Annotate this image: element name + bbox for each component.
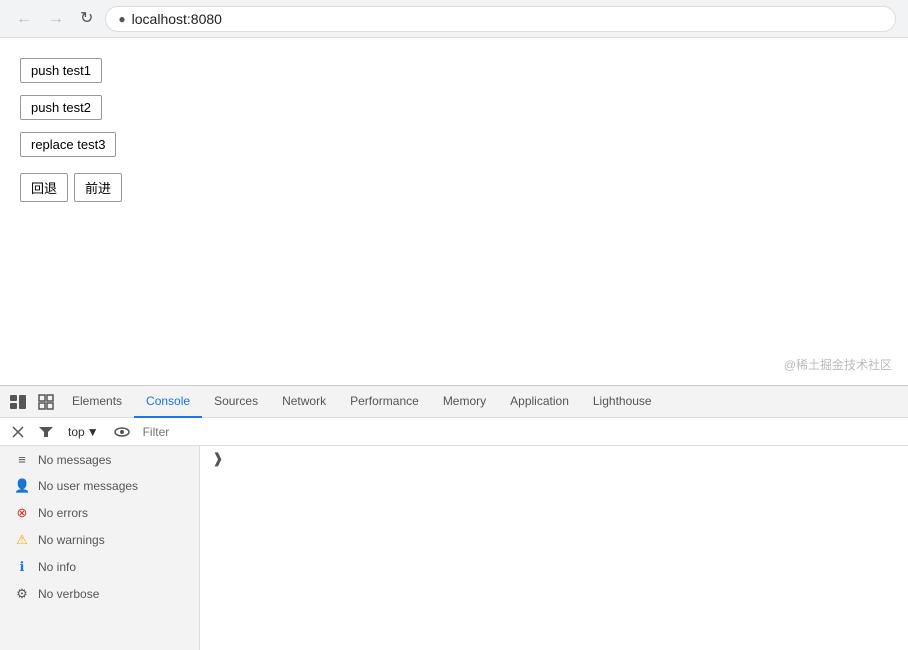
- console-sidebar: ≡ No messages 👤 No user messages ⊗ No errors ⚠…: [0, 446, 200, 650]
- forward-button[interactable]: →: [44, 9, 68, 29]
- reload-button[interactable]: ↻: [76, 9, 97, 29]
- push-test2-button[interactable]: push test2: [20, 95, 102, 120]
- console-sidebar-item-4[interactable]: ℹ No info: [4, 554, 195, 580]
- devtools-tab-sources[interactable]: Sources: [202, 386, 270, 418]
- browser-chrome: ← → ↻ ● localhost:8080: [0, 0, 908, 38]
- devtools-tab-lighthouse[interactable]: Lighthouse: [581, 386, 664, 418]
- back-button[interactable]: ←: [12, 9, 36, 29]
- console-sidebar-label-0: No messages: [38, 453, 111, 467]
- console-sidebar-label-1: No user messages: [38, 479, 138, 493]
- push-test1-btn-wrapper: push test1: [20, 58, 888, 95]
- console-sidebar-icon-1: 👤: [14, 478, 30, 494]
- console-panel-body: ≡ No messages 👤 No user messages ⊗ No errors ⚠…: [0, 446, 908, 650]
- devtools-tab-bar: ElementsConsoleSourcesNetworkPerformance…: [0, 386, 908, 418]
- filter-input[interactable]: [139, 425, 902, 439]
- back-page-button[interactable]: 回退: [20, 173, 68, 202]
- devtools-toggle-button[interactable]: [4, 391, 32, 413]
- devtools-tab-application[interactable]: Application: [498, 386, 581, 418]
- replace-test3-btn-wrapper: replace test3: [20, 132, 888, 169]
- push-test2-btn-wrapper: push test2: [20, 95, 888, 132]
- filter-toggle-button[interactable]: [34, 425, 58, 439]
- console-sidebar-item-5[interactable]: ⚙ No verbose: [4, 581, 195, 607]
- nav-buttons-row: 回退 前进: [20, 173, 888, 202]
- console-sidebar-item-0[interactable]: ≡ No messages: [4, 447, 195, 472]
- console-sidebar-icon-0: ≡: [14, 452, 30, 467]
- console-sidebar-item-3[interactable]: ⚠ No warnings: [4, 527, 195, 553]
- console-sidebar-icon-3: ⚠: [14, 532, 30, 548]
- console-sidebar-icon-2: ⊗: [14, 505, 30, 521]
- console-sidebar-label-2: No errors: [38, 506, 88, 520]
- watermark: @稀土掘金技术社区: [784, 356, 892, 373]
- eye-button[interactable]: [109, 425, 135, 439]
- devtools-panel: ElementsConsoleSourcesNetworkPerformance…: [0, 385, 908, 650]
- console-sidebar-icon-4: ℹ: [14, 559, 30, 575]
- devtools-tab-elements[interactable]: Elements: [60, 386, 134, 418]
- lock-icon: ●: [118, 12, 125, 26]
- console-sidebar-label-3: No warnings: [38, 533, 105, 547]
- console-sidebar-icon-5: ⚙: [14, 586, 30, 602]
- console-toolbar: top ▼: [0, 418, 908, 446]
- console-sidebar-label-5: No verbose: [38, 587, 99, 601]
- console-prompt-arrow[interactable]: ❱: [204, 446, 232, 470]
- top-context-selector[interactable]: top ▼: [62, 423, 105, 441]
- devtools-tab-memory[interactable]: Memory: [431, 386, 498, 418]
- chevron-down-icon: ▼: [87, 425, 99, 439]
- clear-console-button[interactable]: [6, 423, 30, 441]
- console-main: ❱: [200, 446, 908, 650]
- devtools-tab-console[interactable]: Console: [134, 386, 202, 418]
- address-bar[interactable]: ● localhost:8080: [105, 6, 896, 32]
- forward-page-button[interactable]: 前进: [74, 173, 122, 202]
- console-sidebar-item-2[interactable]: ⊗ No errors: [4, 500, 195, 526]
- devtools-tab-network[interactable]: Network: [270, 386, 338, 418]
- console-sidebar-label-4: No info: [38, 560, 76, 574]
- page-content: push test1 push test2 replace test3 回退 前…: [0, 38, 908, 385]
- devtools-tab-performance[interactable]: Performance: [338, 386, 431, 418]
- devtools-tabs: ElementsConsoleSourcesNetworkPerformance…: [60, 386, 664, 418]
- replace-test3-button[interactable]: replace test3: [20, 132, 116, 157]
- console-sidebar-item-1[interactable]: 👤 No user messages: [4, 473, 195, 499]
- top-context-label: top: [68, 425, 85, 439]
- url-text: localhost:8080: [132, 11, 222, 27]
- devtools-inspect-button[interactable]: [32, 390, 60, 414]
- push-test1-button[interactable]: push test1: [20, 58, 102, 83]
